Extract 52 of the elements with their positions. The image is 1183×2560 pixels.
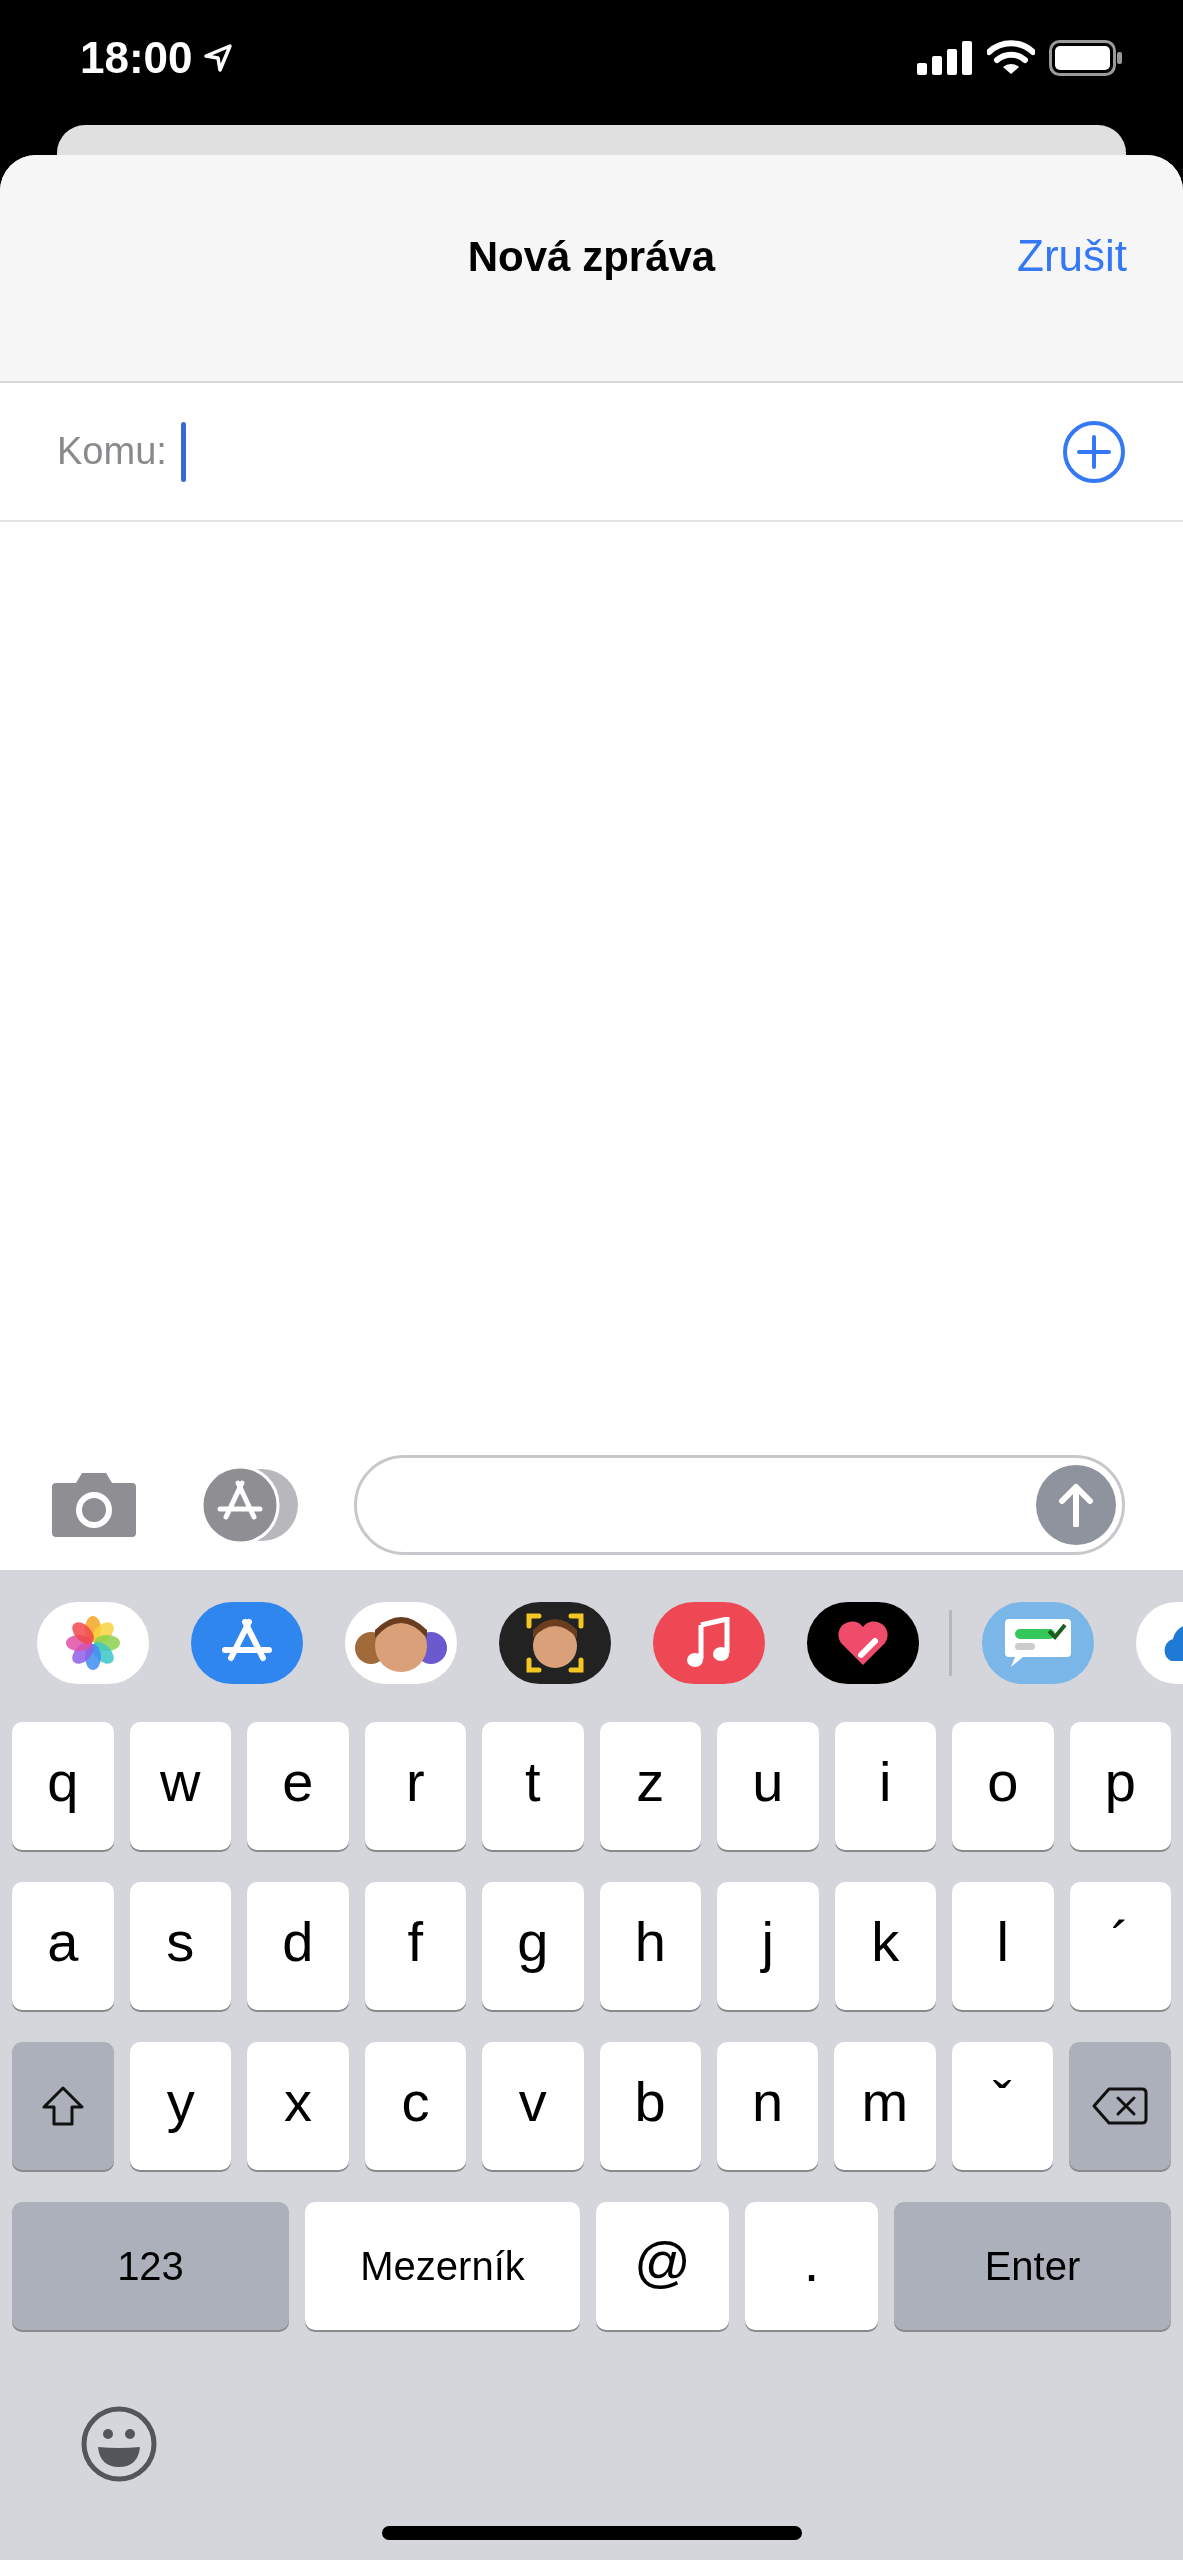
key[interactable]: g: [482, 1882, 584, 2010]
heart-icon: [837, 1618, 889, 1667]
shift-icon: [41, 2085, 85, 2127]
emoji-icon[interactable]: [80, 2405, 158, 2483]
key[interactable]: w: [129, 1722, 231, 1850]
key[interactable]: e: [247, 1722, 349, 1850]
space-key[interactable]: Mezerník: [305, 2202, 580, 2330]
cancel-button[interactable]: Zrušit: [1017, 223, 1127, 289]
key[interactable]: .: [745, 2202, 878, 2330]
music-note-icon: [687, 1616, 731, 1669]
key[interactable]: Enter: [894, 2202, 1171, 2330]
key[interactable]: a: [12, 1882, 114, 2010]
key[interactable]: ˇ: [951, 2042, 1053, 2170]
battery-icon: [1049, 39, 1123, 76]
key[interactable]: 123: [12, 2202, 289, 2330]
key[interactable]: o: [952, 1722, 1054, 1850]
camera-icon[interactable]: [50, 1471, 138, 1539]
key[interactable]: c: [364, 2042, 467, 2170]
signal-icon: [917, 40, 973, 75]
key[interactable]: j: [717, 1882, 819, 2010]
key[interactable]: h: [599, 1882, 701, 2010]
shift-key[interactable]: [12, 2042, 114, 2170]
to-label: Komu:: [57, 429, 167, 474]
key[interactable]: l: [952, 1882, 1054, 2010]
wifi-icon: [987, 39, 1035, 76]
key[interactable]: @: [596, 2202, 729, 2330]
key[interactable]: p: [1069, 1722, 1171, 1850]
key[interactable]: q: [12, 1722, 114, 1850]
key[interactable]: m: [834, 2042, 936, 2170]
backspace-key[interactable]: [1069, 2042, 1171, 2170]
arrow-up-icon: [1058, 1483, 1094, 1527]
status-time: 18:00: [80, 31, 193, 84]
key[interactable]: v: [482, 2042, 584, 2170]
key[interactable]: y: [130, 2042, 232, 2170]
key[interactable]: u: [717, 1722, 819, 1850]
key[interactable]: z: [599, 1722, 701, 1850]
key[interactable]: s: [129, 1882, 231, 2010]
sheet-title: Nová zpráva: [467, 232, 716, 282]
backspace-icon: [1091, 2086, 1149, 2126]
key[interactable]: n: [716, 2042, 819, 2170]
send-button[interactable]: [1036, 1465, 1116, 1545]
location-arrow-icon: [202, 42, 233, 73]
key[interactable]: i: [834, 1722, 936, 1850]
key[interactable]: x: [247, 2042, 349, 2170]
add-icon[interactable]: [1062, 419, 1126, 484]
key[interactable]: ´: [1069, 1882, 1171, 2010]
key[interactable]: k: [834, 1882, 936, 2010]
key[interactable]: b: [599, 2042, 701, 2170]
key[interactable]: r: [364, 1722, 466, 1850]
key[interactable]: t: [482, 1722, 584, 1850]
key[interactable]: f: [364, 1882, 466, 2010]
key[interactable]: d: [247, 1882, 349, 2010]
